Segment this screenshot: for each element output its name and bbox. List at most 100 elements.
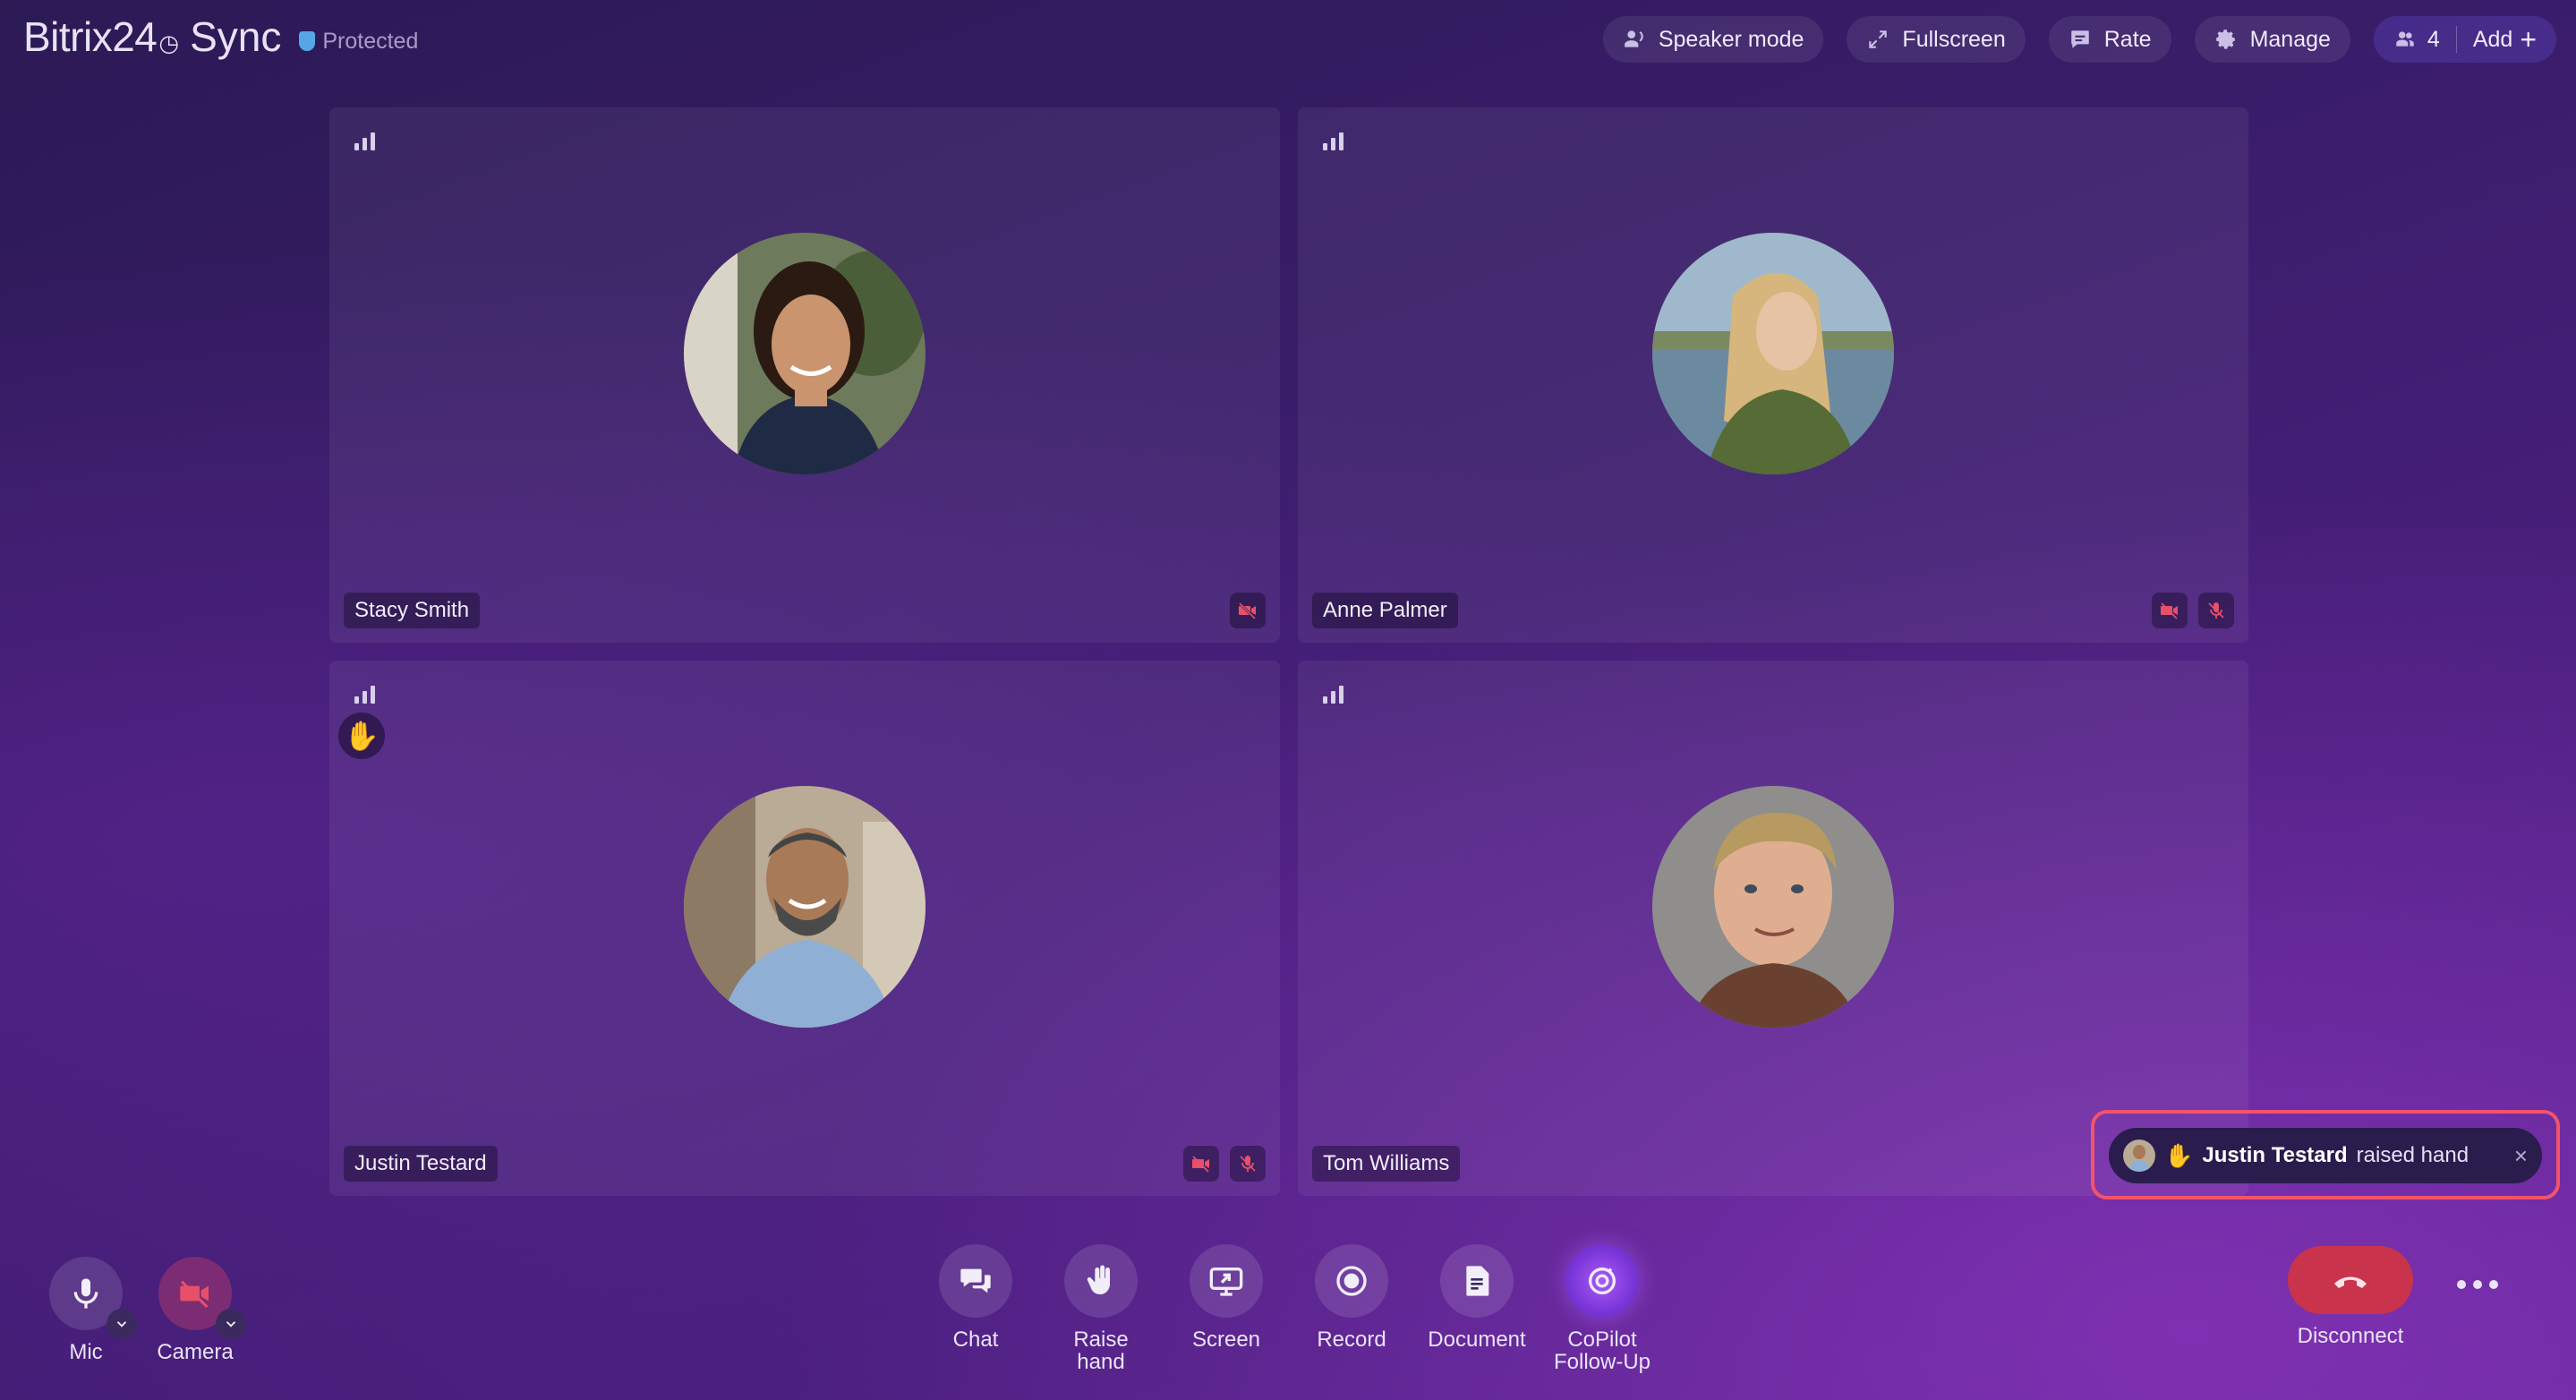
protected-label: Protected — [322, 28, 419, 54]
screen-label: Screen — [1191, 1327, 1261, 1352]
speaker-icon — [1624, 30, 1643, 47]
participant-name: Tom Williams — [1312, 1146, 1461, 1182]
participants-add-group: 4 Add + — [2373, 16, 2556, 63]
avatar — [1652, 786, 1894, 1028]
mic-off-icon — [2198, 593, 2234, 628]
toast-message: raised hand — [2356, 1143, 2469, 1167]
comment-icon — [2071, 30, 2089, 48]
participants-button[interactable]: 4 — [2393, 27, 2440, 53]
document-button[interactable]: Document — [1414, 1244, 1540, 1351]
avatar — [1652, 233, 1894, 474]
add-participant-button[interactable]: Add + — [2472, 23, 2537, 55]
copilot-icon — [1589, 1268, 1616, 1294]
signal-strength-icon — [354, 684, 376, 704]
record-icon — [1336, 1266, 1367, 1296]
expand-icon — [1869, 30, 1888, 48]
copilot-label-line2: Follow-Up — [1553, 1350, 1651, 1374]
top-bar: Bitrix24 ◷ Sync Protected Speaker mode F… — [0, 0, 2576, 81]
toast-avatar — [2123, 1140, 2155, 1172]
chat-button[interactable]: Chat — [913, 1244, 1038, 1351]
raise-hand-button[interactable]: Raise hand — [1038, 1244, 1164, 1373]
status-icons — [2152, 593, 2234, 628]
divider — [2455, 26, 2457, 53]
screen-round[interactable] — [1190, 1244, 1263, 1318]
copilot-round[interactable] — [1565, 1244, 1639, 1318]
record-round[interactable] — [1315, 1244, 1388, 1318]
logo-product: Sync — [190, 13, 282, 60]
signal-strength-icon — [354, 131, 376, 150]
add-label: Add — [2472, 26, 2513, 52]
manage-label: Manage — [2249, 26, 2331, 52]
status-icons — [1183, 1146, 1266, 1182]
mic-button[interactable]: Mic — [23, 1257, 149, 1363]
disconnect-button[interactable]: Disconnect — [2288, 1246, 2413, 1347]
more-options-icon[interactable] — [2451, 1262, 2504, 1307]
camera-off-icon — [1230, 593, 1266, 628]
disconnect-label: Disconnect — [2297, 1324, 2404, 1348]
participant-tile-justin[interactable]: ✋ Justin Testard — [329, 661, 1280, 1196]
record-label: Record — [1317, 1327, 1386, 1352]
camera-off-icon — [2152, 593, 2188, 628]
participant-name: Justin Testard — [344, 1146, 498, 1182]
toast-participant-name: Justin Testard — [2202, 1143, 2348, 1167]
raised-hand-icon: ✋ — [338, 713, 385, 759]
document-label: Document — [1428, 1327, 1526, 1352]
signal-strength-icon — [1323, 684, 1344, 704]
camera-round[interactable] — [158, 1257, 246, 1339]
camera-options-chevron-icon[interactable] — [216, 1309, 246, 1339]
clock-icon: ◷ — [158, 30, 180, 56]
rate-button[interactable]: Rate — [2048, 16, 2171, 63]
shield-icon — [299, 31, 316, 51]
participants-count: 4 — [2427, 26, 2440, 52]
document-icon — [1466, 1266, 1489, 1296]
camera-button[interactable]: Camera — [132, 1257, 258, 1363]
rate-label: Rate — [2103, 26, 2152, 52]
raise-hand-label-line2: hand — [1077, 1350, 1125, 1374]
participant-name: Stacy Smith — [344, 593, 481, 628]
raise-hand-label: Raise hand — [1038, 1328, 1164, 1373]
copilot-followup-button[interactable]: CoPilot Follow-Up — [1540, 1244, 1665, 1373]
fullscreen-button[interactable]: Fullscreen — [1847, 16, 2026, 63]
avatar — [684, 786, 925, 1028]
camera-off-icon — [1183, 1146, 1219, 1182]
logo-brand: Bitrix24 — [23, 13, 158, 60]
hang-up-icon — [2334, 1276, 2367, 1288]
chat-label: Chat — [952, 1327, 999, 1352]
close-icon[interactable]: × — [2514, 1142, 2528, 1170]
hand-emoji-icon: ✋ — [2164, 1141, 2194, 1169]
participant-tile-anne[interactable]: Anne Palmer — [1298, 107, 2248, 643]
manage-button[interactable]: Manage — [2194, 16, 2350, 63]
raise-hand-label-line1: Raise — [1073, 1327, 1129, 1352]
fullscreen-label: Fullscreen — [1902, 26, 2006, 52]
microphone-icon — [73, 1278, 98, 1309]
hand-icon — [1087, 1265, 1110, 1294]
document-round[interactable] — [1440, 1244, 1514, 1318]
copilot-label-line1: CoPilot — [1567, 1327, 1637, 1352]
mic-round[interactable] — [49, 1257, 137, 1339]
mic-off-icon — [1230, 1146, 1266, 1182]
raise-hand-round[interactable] — [1064, 1244, 1138, 1318]
camera-label: Camera — [157, 1340, 234, 1364]
users-icon — [2396, 31, 2414, 47]
status-icons — [1230, 593, 1266, 628]
plus-icon: + — [2520, 23, 2537, 55]
avatar — [684, 233, 925, 474]
speaker-mode-button[interactable]: Speaker mode — [1602, 16, 1824, 63]
chat-icon — [960, 1268, 991, 1293]
raised-hand-notification[interactable]: ✋ Justin Testard raised hand × — [2109, 1128, 2542, 1183]
top-actions: Speaker mode Fullscreen Rate Manage 4 Ad… — [1602, 16, 2556, 63]
screen-share-icon — [1209, 1268, 1243, 1296]
chat-round[interactable] — [939, 1244, 1012, 1318]
screen-share-button[interactable]: Screen — [1164, 1244, 1289, 1351]
mic-label: Mic — [69, 1340, 103, 1364]
camera-off-icon — [180, 1280, 209, 1309]
disconnect-pill[interactable] — [2288, 1246, 2413, 1314]
copilot-label: CoPilot Follow-Up — [1540, 1328, 1665, 1373]
speaker-mode-label: Speaker mode — [1658, 26, 1804, 52]
gear-icon — [2215, 30, 2235, 49]
participant-tile-stacy[interactable]: Stacy Smith — [329, 107, 1280, 643]
signal-strength-icon — [1323, 131, 1344, 150]
record-button[interactable]: Record — [1289, 1244, 1414, 1351]
protected-indicator: Protected — [299, 29, 418, 55]
participant-name: Anne Palmer — [1312, 593, 1458, 628]
